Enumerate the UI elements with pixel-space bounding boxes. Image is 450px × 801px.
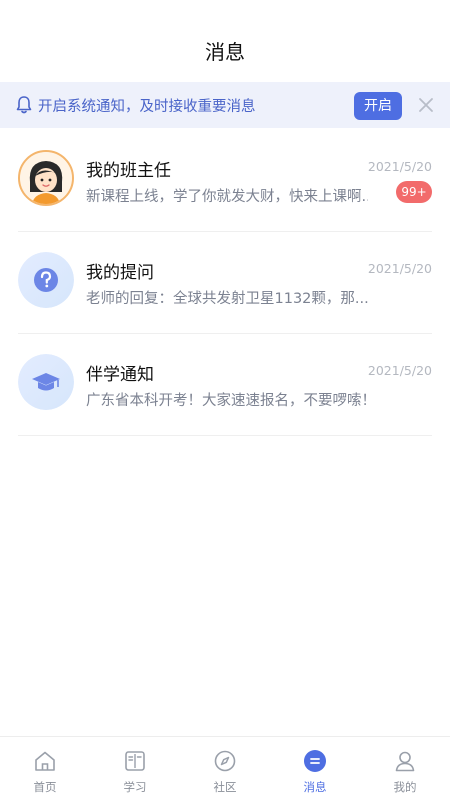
divider xyxy=(18,435,432,436)
message-item-my-questions[interactable]: 我的提问 2021/5/20 老师的回复：全球共发射卫星1132颗，那... xyxy=(0,232,450,334)
tab-label: 社区 xyxy=(213,780,237,794)
tab-label: 我的 xyxy=(393,780,417,794)
tab-messages[interactable]: 消息 xyxy=(270,737,360,801)
tab-label: 消息 xyxy=(303,780,327,794)
enable-notification-button[interactable]: 开启 xyxy=(354,92,402,120)
notification-text: 开启系统通知，及时接收重要消息 xyxy=(38,99,256,115)
home-icon xyxy=(35,751,55,771)
message-preview: 老师的回复：全球共发射卫星1132颗，那... xyxy=(86,291,368,307)
message-preview: 新课程上线，学了你就发大财，快来上课啊.. xyxy=(86,189,368,205)
message-preview: 广东省本科开考！大家速速报名，不要啰嗦！ xyxy=(86,393,368,409)
message-icon xyxy=(304,750,326,772)
message-item-study-notice[interactable]: 伴学通知 2021/5/20 广东省本科开考！大家速速报名，不要啰嗦！ xyxy=(0,334,450,436)
message-sender: 我的提问 xyxy=(86,263,154,283)
study-notice-avatar xyxy=(18,354,74,410)
question-icon xyxy=(18,252,74,308)
tab-community[interactable]: 社区 xyxy=(180,737,270,801)
girl-avatar-illustration xyxy=(20,152,72,204)
bell-icon xyxy=(16,96,32,114)
user-icon xyxy=(395,751,415,772)
message-date: 2021/5/20 xyxy=(367,363,432,378)
book-icon xyxy=(125,751,145,771)
compass-icon xyxy=(214,750,236,772)
message-date: 2021/5/20 xyxy=(367,261,432,276)
question-avatar xyxy=(18,252,74,308)
message-sender: 伴学通知 xyxy=(86,365,154,385)
header: 消息 xyxy=(0,0,450,82)
message-sender: 我的班主任 xyxy=(86,161,171,181)
graduation-cap-icon xyxy=(18,354,74,410)
message-item-head-teacher[interactable]: 我的班主任 2021/5/20 新课程上线，学了你就发大财，快来上课啊.. 99… xyxy=(0,130,450,232)
notification-banner: 开启系统通知，及时接收重要消息 开启 xyxy=(0,82,450,128)
tab-profile[interactable]: 我的 xyxy=(360,737,450,801)
unread-badge: 99+ xyxy=(396,181,432,203)
tab-label: 学习 xyxy=(123,780,147,794)
close-icon[interactable] xyxy=(417,96,435,114)
tab-study[interactable]: 学习 xyxy=(90,737,180,801)
tab-home[interactable]: 首页 xyxy=(0,737,90,801)
bottom-tab-bar: 首页 学习 社区 消息 我的 xyxy=(0,736,450,801)
page-title: 消息 xyxy=(205,40,245,64)
teacher-avatar xyxy=(18,150,74,206)
tab-label: 首页 xyxy=(33,780,57,794)
message-date: 2021/5/20 xyxy=(367,159,432,174)
